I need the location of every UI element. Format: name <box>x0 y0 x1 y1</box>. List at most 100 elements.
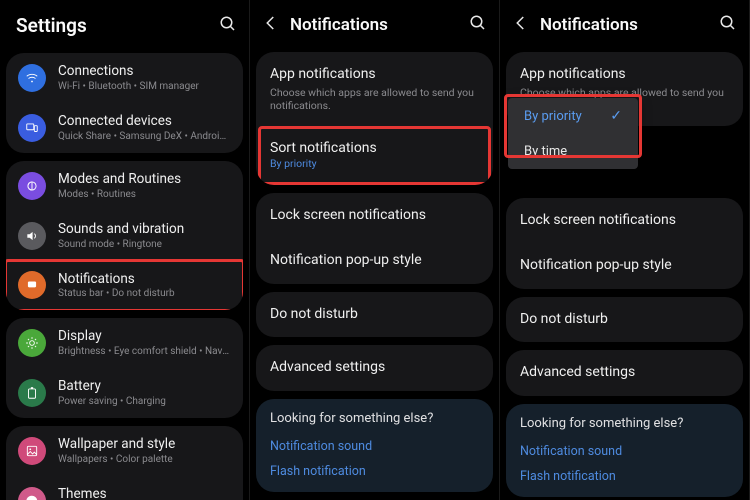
row-texts: Sounds and vibration Sound mode • Ringto… <box>58 221 231 251</box>
back-icon[interactable] <box>262 14 280 36</box>
settings-group: Display Brightness • Eye comfort shield … <box>6 318 243 418</box>
menu-row[interactable]: Advanced settings <box>506 350 743 396</box>
row-sub: Modes • Routines <box>58 189 231 201</box>
modes-icon <box>18 172 46 200</box>
row-texts: Modes and Routines Modes • Routines <box>58 171 231 201</box>
sound-icon <box>18 222 46 250</box>
row-label: Advanced settings <box>270 359 479 377</box>
menu-row[interactable]: Lock screen notifications <box>506 198 743 244</box>
row-sub: Wi-Fi • Bluetooth • SIM manager <box>58 81 231 93</box>
settings-group: Connections Wi-Fi • Bluetooth • SIM mana… <box>6 53 243 153</box>
header: Settings <box>0 0 249 47</box>
row-texts: App notifications Choose which apps are a… <box>270 66 479 112</box>
row-sub: Wallpapers • Color palette <box>58 454 231 466</box>
back-icon[interactable] <box>512 14 530 36</box>
search-icon[interactable] <box>719 14 737 36</box>
row-texts: Sort notificationsBy priority <box>270 140 479 171</box>
wifi-icon <box>18 64 46 92</box>
option-label: By time <box>524 144 567 159</box>
row-label: Do not disturb <box>520 311 729 329</box>
row-texts: Wallpaper and style Wallpapers • Color p… <box>58 436 231 466</box>
menu-row[interactable]: Notification pop-up style <box>256 238 493 284</box>
row-label: Lock screen notifications <box>270 207 479 225</box>
display-icon <box>18 329 46 357</box>
settings-row-modes[interactable]: Modes and Routines Modes • Routines <box>6 161 243 211</box>
row-label: Wallpaper and style <box>58 436 231 453</box>
page-title: Settings <box>12 14 209 37</box>
search-icon[interactable] <box>219 15 237 37</box>
row-label: Themes <box>58 486 231 500</box>
row-texts: Display Brightness • Eye comfort shield … <box>58 328 231 358</box>
header: Notifications <box>250 0 499 46</box>
row-texts: Advanced settings <box>520 364 729 382</box>
page-title: Notifications <box>540 15 709 35</box>
check-icon: ✓ <box>610 108 622 124</box>
menu-row[interactable]: Notification pop-up style <box>506 243 743 289</box>
menu-row[interactable]: Sort notificationsBy priority <box>256 126 493 185</box>
footer-link[interactable]: Notification sound <box>520 439 729 464</box>
row-texts: Connected devices Quick Share • Samsung … <box>58 113 231 143</box>
row-texts: Connections Wi-Fi • Bluetooth • SIM mana… <box>58 63 231 93</box>
row-label: Display <box>58 328 231 345</box>
row-label: App notifications <box>270 66 479 84</box>
row-label: Connections <box>58 63 231 80</box>
sort-option[interactable]: By time <box>508 134 638 169</box>
wallpaper-icon <box>18 437 46 465</box>
row-sub: Brightness • Eye comfort shield • Naviga… <box>58 346 231 358</box>
footer-heading: Looking for something else? <box>520 416 729 431</box>
row-label: App notifications <box>520 66 729 84</box>
sort-option[interactable]: By priority ✓ <box>508 98 638 134</box>
settings-panel: Settings Connections Wi-Fi • Bluetooth •… <box>0 0 250 500</box>
row-sub: Status bar • Do not disturb <box>58 288 231 300</box>
notif-icon <box>18 271 46 299</box>
row-texts: Do not disturb <box>520 311 729 329</box>
notifications-panel: Notifications App notifications Choose wh… <box>250 0 500 500</box>
settings-group: Modes and Routines Modes • Routines Soun… <box>6 161 243 311</box>
settings-row-notif[interactable]: Notifications Status bar • Do not distur… <box>6 261 243 311</box>
menu-row[interactable]: Advanced settings <box>256 345 493 391</box>
row-texts: Themes Themes • Wallpapers • Icons <box>58 486 231 500</box>
looking-for-else: Looking for something else? Notification… <box>256 399 493 492</box>
row-sub: Choose which apps are allowed to send yo… <box>270 86 479 112</box>
settings-row-themes[interactable]: Themes Themes • Wallpapers • Icons <box>6 476 243 500</box>
settings-row-wallpaper[interactable]: Wallpaper and style Wallpapers • Color p… <box>6 426 243 476</box>
settings-row-sound[interactable]: Sounds and vibration Sound mode • Ringto… <box>6 211 243 261</box>
notifications-panel-popup: Notifications App notificationsChoose wh… <box>500 0 750 500</box>
row-sub: Power saving • Charging <box>58 396 231 408</box>
footer-heading: Looking for something else? <box>270 411 479 426</box>
settings-row-display[interactable]: Display Brightness • Eye comfort shield … <box>6 318 243 368</box>
row-label: Modes and Routines <box>58 171 231 188</box>
row-label: Do not disturb <box>270 306 479 324</box>
row-label: Notification pop-up style <box>520 257 729 275</box>
menu-row[interactable]: Do not disturb <box>506 297 743 343</box>
row-sub: Sound mode • Ringtone <box>58 239 231 251</box>
row-texts: Notification pop-up style <box>270 252 479 270</box>
header: Notifications <box>500 0 749 46</box>
row-label: Notifications <box>58 271 231 288</box>
row-label: Sort notifications <box>270 140 479 158</box>
row-label: Connected devices <box>58 113 231 130</box>
row-label: Advanced settings <box>520 364 729 382</box>
row-texts: Notification pop-up style <box>520 257 729 275</box>
settings-row-devices[interactable]: Connected devices Quick Share • Samsung … <box>6 103 243 153</box>
looking-for-else: Looking for something else? Notification… <box>506 404 743 497</box>
menu-row[interactable]: App notifications Choose which apps are a… <box>256 52 493 126</box>
row-texts: Notifications Status bar • Do not distur… <box>58 271 231 301</box>
menu-row[interactable]: Do not disturb <box>256 292 493 338</box>
row-texts: Lock screen notifications <box>270 207 479 225</box>
row-sub: Quick Share • Samsung DeX • Android Auto <box>58 131 231 143</box>
row-label: Notification pop-up style <box>270 252 479 270</box>
footer-link[interactable]: Flash notification <box>270 459 479 484</box>
footer-link[interactable]: Notification sound <box>270 434 479 459</box>
row-texts: Battery Power saving • Charging <box>58 378 231 408</box>
battery-icon <box>18 379 46 407</box>
search-icon[interactable] <box>469 14 487 36</box>
menu-row[interactable]: Lock screen notifications <box>256 193 493 239</box>
themes-icon <box>18 487 46 500</box>
option-label: By priority <box>524 109 582 124</box>
settings-row-battery[interactable]: Battery Power saving • Charging <box>6 368 243 418</box>
row-label: Battery <box>58 378 231 395</box>
row-label: Lock screen notifications <box>520 212 729 230</box>
footer-link[interactable]: Flash notification <box>520 464 729 489</box>
settings-row-wifi[interactable]: Connections Wi-Fi • Bluetooth • SIM mana… <box>6 53 243 103</box>
